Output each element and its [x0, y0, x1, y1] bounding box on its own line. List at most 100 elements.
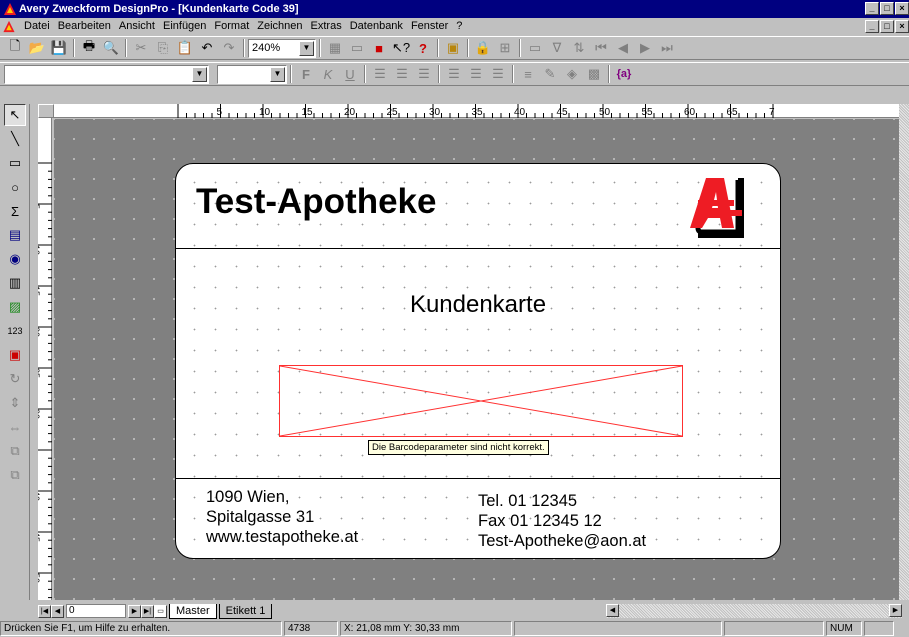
text-tool-icon[interactable]: Σ — [4, 200, 26, 222]
open-icon[interactable]: 📂 — [26, 38, 48, 58]
database-icon[interactable]: ▣ — [442, 38, 464, 58]
context-help-icon[interactable]: ↖? — [390, 38, 412, 58]
align-right-icon[interactable]: ☰ — [413, 64, 435, 84]
label-card[interactable]: Test-Apotheke Kundenkarte Die Barcodepar… — [175, 163, 781, 559]
form-icon[interactable]: ▭ — [524, 38, 546, 58]
menu-datei[interactable]: Datei — [20, 18, 54, 35]
barcode-placeholder[interactable] — [279, 365, 683, 437]
menu-einfuegen[interactable]: Einfügen — [159, 18, 210, 35]
flip-vertical-icon[interactable]: ⇕ — [4, 392, 26, 414]
sort-icon[interactable]: ⇅ — [568, 38, 590, 58]
last-record-icon[interactable]: ⏭ — [656, 38, 678, 58]
document-icon[interactable] — [2, 20, 16, 33]
bring-front-icon[interactable]: ⧉ — [4, 440, 26, 462]
menu-format[interactable]: Format — [210, 18, 253, 35]
pattern-icon[interactable]: ▩ — [583, 64, 605, 84]
italic-button[interactable]: K — [317, 64, 339, 84]
ruler-label: 10 — [259, 107, 271, 118]
numbering-tool-icon[interactable]: 123 — [4, 320, 26, 342]
next-page-icon[interactable]: ▶ — [128, 604, 141, 618]
line-color-icon[interactable]: ✎ — [539, 64, 561, 84]
cut-icon[interactable]: ✂ — [130, 38, 152, 58]
pointer-icon[interactable]: ↖ — [4, 104, 26, 126]
vertical-scrollbar[interactable] — [899, 104, 909, 600]
barcode-tool-icon[interactable]: ▥ — [4, 272, 26, 294]
font-name-select[interactable]: ▼ — [4, 64, 209, 84]
rectangle-tool-icon[interactable]: ▭ — [4, 152, 26, 174]
doc-restore-button[interactable]: □ — [880, 20, 894, 33]
insert-field-button[interactable]: {a} — [613, 64, 635, 84]
doc-close-button[interactable]: × — [895, 20, 909, 33]
close-button[interactable]: × — [895, 2, 909, 15]
menu-ansicht[interactable]: Ansicht — [115, 18, 159, 35]
grid-icon[interactable]: ▦ — [324, 38, 346, 58]
maximize-button[interactable]: □ — [880, 2, 894, 15]
menu-help[interactable]: ? — [452, 18, 466, 35]
font-size-select[interactable]: ▼ — [217, 64, 287, 84]
circle-text-tool-icon[interactable]: ◉ — [4, 248, 26, 270]
contact-block[interactable]: Tel. 01 12345 Fax 01 12345 12 Test-Apoth… — [478, 491, 646, 551]
bold-button[interactable]: F — [295, 64, 317, 84]
align-left-icon[interactable]: ☰ — [369, 64, 391, 84]
copy-icon[interactable]: ⎘ — [152, 38, 174, 58]
tab-master[interactable]: Master — [169, 603, 217, 619]
card-subtitle[interactable]: Kundenkarte — [176, 291, 780, 319]
chevron-down-icon[interactable]: ▼ — [270, 66, 285, 82]
ruler-corner[interactable] — [38, 104, 54, 118]
menu-zeichnen[interactable]: Zeichnen — [253, 18, 306, 35]
help-icon[interactable]: ? — [412, 38, 434, 58]
send-back-icon[interactable]: ⧉ — [4, 464, 26, 486]
flip-horizontal-icon[interactable]: ⇔ — [4, 416, 26, 438]
valign-top-icon[interactable]: ☰ — [443, 64, 465, 84]
minimize-button[interactable]: _ — [865, 2, 879, 15]
underline-button[interactable]: U — [339, 64, 361, 84]
menu-extras[interactable]: Extras — [307, 18, 346, 35]
print-icon[interactable]: 🖶 — [78, 38, 100, 58]
zoom-select[interactable]: 240% ▼ — [248, 38, 316, 58]
undo-icon[interactable]: ↶ — [196, 38, 218, 58]
doc-minimize-button[interactable]: _ — [865, 20, 879, 33]
tab-etikett-1[interactable]: Etikett 1 — [218, 603, 273, 619]
menu-fenster[interactable]: Fenster — [407, 18, 452, 35]
fill-color-icon[interactable]: ◈ — [561, 64, 583, 84]
new-icon[interactable]: 🗋 — [4, 38, 26, 58]
print-preview-icon[interactable]: 🔍 — [100, 38, 122, 58]
prev-record-icon[interactable]: ◀ — [612, 38, 634, 58]
first-page-icon[interactable]: |◀ — [38, 604, 51, 618]
counter-tool-icon[interactable]: ▣ — [4, 344, 26, 366]
last-page-icon[interactable]: ▶| — [141, 604, 154, 618]
redo-icon[interactable]: ↷ — [218, 38, 240, 58]
save-icon[interactable]: 💾 — [48, 38, 70, 58]
merge-icon[interactable]: 🔒 — [472, 38, 494, 58]
rotate-tool-icon[interactable]: ↻ — [4, 368, 26, 390]
line-style-icon[interactable]: ≡ — [517, 64, 539, 84]
chevron-down-icon[interactable]: ▼ — [299, 40, 314, 56]
valign-bottom-icon[interactable]: ☰ — [487, 64, 509, 84]
prev-page-icon[interactable]: ◀ — [51, 604, 64, 618]
barcode-error-tooltip: Die Barcodeparameter sind nicht korrekt. — [368, 440, 549, 455]
filter-icon[interactable]: ⊞ — [494, 38, 516, 58]
menu-bearbeiten[interactable]: Bearbeiten — [54, 18, 115, 35]
address-block[interactable]: 1090 Wien, Spitalgasse 31 www.testapothe… — [206, 487, 358, 547]
line-tool-icon[interactable]: ╲ — [4, 128, 26, 150]
picture-tool-icon[interactable]: ▨ — [4, 296, 26, 318]
menu-datenbank[interactable]: Datenbank — [346, 18, 407, 35]
ellipse-tool-icon[interactable]: ○ — [4, 176, 26, 198]
card-title[interactable]: Test-Apotheke — [196, 182, 437, 222]
table-icon[interactable]: ▭ — [346, 38, 368, 58]
align-center-icon[interactable]: ☰ — [391, 64, 413, 84]
paste-icon[interactable]: 📋 — [174, 38, 196, 58]
page-number-input[interactable]: 0 — [66, 604, 126, 618]
stop-icon[interactable]: ■ — [368, 38, 390, 58]
chevron-down-icon[interactable]: ▼ — [192, 66, 207, 82]
apotheke-logo-icon[interactable] — [646, 170, 756, 242]
first-record-icon[interactable]: ⏮ — [590, 38, 612, 58]
new-page-icon[interactable]: ▭ — [154, 604, 167, 618]
ruler-label: 35 — [472, 107, 484, 118]
next-record-icon[interactable]: ▶ — [634, 38, 656, 58]
funnel-icon[interactable]: ∇ — [546, 38, 568, 58]
textbox-tool-icon[interactable]: ▤ — [4, 224, 26, 246]
status-coordinates: X: 21,08 mm Y: 30,33 mm — [340, 621, 512, 636]
valign-middle-icon[interactable]: ☰ — [465, 64, 487, 84]
ruler-label: 15 — [38, 286, 41, 296]
